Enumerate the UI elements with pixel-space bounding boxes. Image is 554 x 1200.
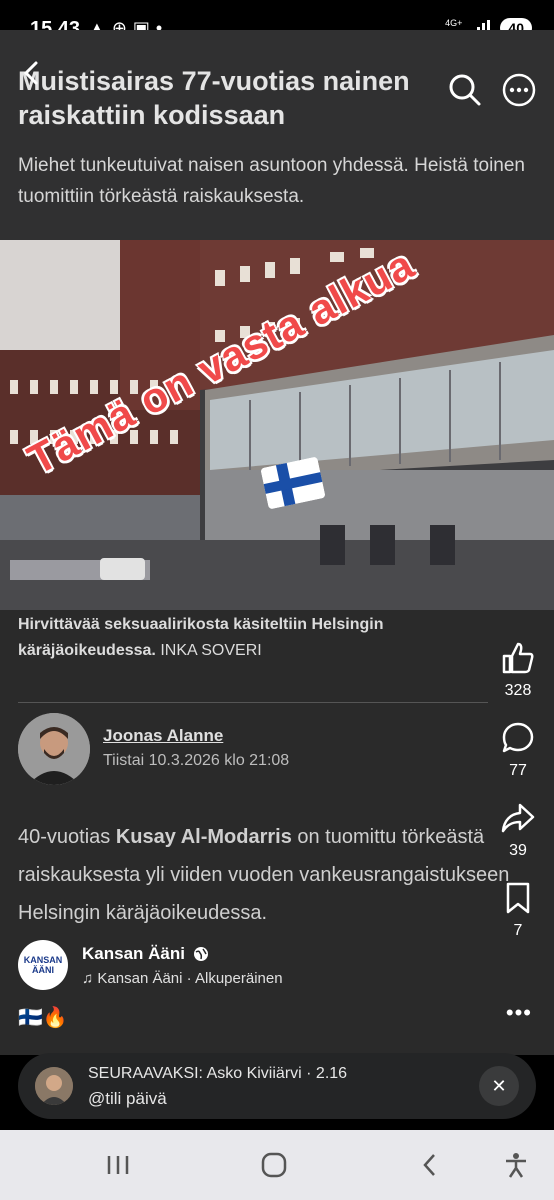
action-rail: 328 77 39 7 bbox=[498, 640, 538, 960]
more-options-icon[interactable] bbox=[502, 73, 536, 107]
close-icon[interactable]: ✕ bbox=[479, 1066, 519, 1106]
search-icon[interactable] bbox=[448, 73, 482, 107]
publish-date: Tiistai 10.3.2026 klo 21:08 bbox=[103, 752, 290, 769]
article-lead: Miehet tunkeutuivat naisen asuntoon yhde… bbox=[18, 155, 525, 207]
like-count: 328 bbox=[504, 682, 532, 699]
top-toolbar bbox=[448, 73, 536, 107]
back-icon[interactable] bbox=[410, 1150, 450, 1180]
save-button[interactable]: 7 bbox=[500, 880, 536, 940]
next-title: SEURAAVAKSI: Asko Kiviiärvi · 2.16 bbox=[88, 1065, 348, 1082]
next-avatar bbox=[35, 1067, 73, 1105]
share-icon bbox=[501, 803, 535, 833]
post-more-icon[interactable]: ••• bbox=[506, 1000, 532, 1026]
thumbs-up-icon bbox=[502, 642, 534, 674]
article-body: 40-vuotias Kusay Al-Modarris on tuomittu… bbox=[18, 826, 510, 924]
author-name[interactable]: Joonas Alanne bbox=[103, 726, 223, 746]
comment-count: 77 bbox=[509, 762, 527, 779]
article-header: Muistisairas 77-vuotias nainen raiskatti… bbox=[0, 30, 554, 240]
home-icon[interactable] bbox=[254, 1150, 294, 1180]
defendant-name: Kusay Al-Modarris bbox=[115, 826, 292, 848]
system-nav-bar bbox=[0, 1130, 554, 1200]
divider bbox=[18, 702, 488, 703]
author-avatar bbox=[18, 713, 90, 785]
next-subtitle: @tili päivä bbox=[88, 1089, 167, 1108]
post-caption: 🇫🇮🔥 bbox=[18, 1007, 68, 1029]
share-count: 39 bbox=[509, 842, 527, 859]
globe-icon bbox=[193, 946, 208, 961]
photo-caption: Hirvittävää seksuaalirikosta käsiteltiin… bbox=[18, 612, 488, 664]
music-note-icon: ♫ bbox=[82, 969, 98, 987]
reel-video[interactable]: Muistisairas 77-vuotias nainen raiskatti… bbox=[0, 30, 554, 1055]
bookmark-icon bbox=[506, 882, 530, 914]
up-next-bar[interactable]: SEURAAVAKSI: Asko Kiviiärvi · 2.16 @tili… bbox=[18, 1053, 536, 1119]
back-chevron-icon[interactable] bbox=[20, 60, 42, 86]
comment-icon bbox=[502, 722, 534, 753]
like-button[interactable]: 328 bbox=[500, 640, 536, 700]
page-avatar[interactable]: KANSAN ÄÄNI bbox=[18, 940, 68, 990]
accessibility-icon[interactable] bbox=[496, 1150, 536, 1180]
recent-apps-icon[interactable] bbox=[98, 1150, 138, 1180]
save-count: 7 bbox=[513, 922, 523, 939]
audio-attribution[interactable]: ♫ Kansan Ääni · Alkuperäinen bbox=[82, 970, 283, 987]
caption-credit: INKA SOVERI bbox=[160, 642, 262, 659]
share-button[interactable]: 39 bbox=[500, 800, 536, 860]
page-info[interactable]: KANSAN ÄÄNI Kansan Ääni ♫ Kansan Ääni · … bbox=[18, 940, 283, 990]
comment-button[interactable]: 77 bbox=[500, 720, 536, 780]
article-headline: Muistisairas 77-vuotias nainen raiskatti… bbox=[18, 66, 410, 130]
page-name[interactable]: Kansan Ääni bbox=[82, 944, 283, 964]
